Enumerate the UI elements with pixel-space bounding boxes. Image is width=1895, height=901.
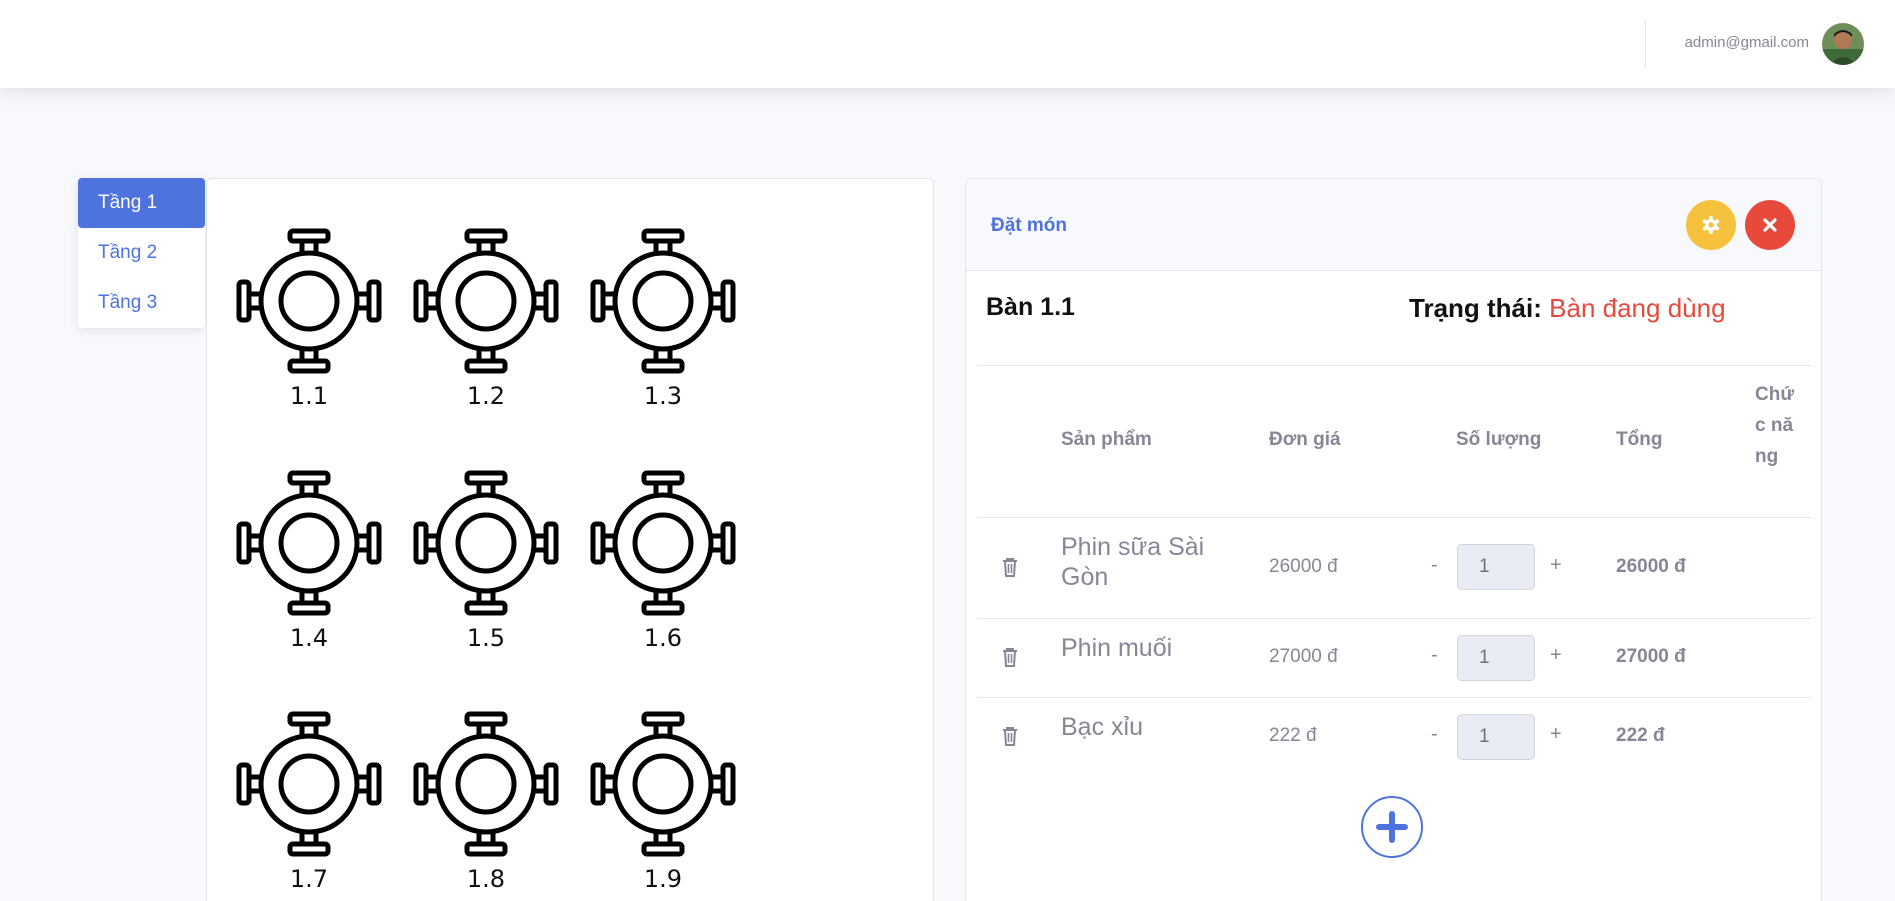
table-item[interactable]: 1.7 (234, 709, 384, 901)
add-item-button[interactable] (1361, 796, 1423, 858)
increase-button[interactable]: + (1550, 723, 1562, 746)
selected-table-name: Bàn 1.1 (986, 293, 1075, 321)
trash-icon[interactable] (1000, 725, 1020, 747)
table-item[interactable]: 1.2 (411, 226, 561, 436)
row-total: 27000 đ (1616, 646, 1686, 667)
table-number: 1.7 (289, 865, 329, 893)
row-total: 26000 đ (1616, 556, 1686, 577)
table-number: 1.4 (289, 624, 329, 652)
floor-tabs: Tầng 1 Tầng 2 Tầng 3 (78, 178, 205, 328)
product-name: Bạc xỉu (1061, 713, 1143, 741)
decrease-button[interactable]: - (1431, 644, 1438, 667)
table-number: 1.6 (643, 624, 683, 652)
table-number: 1.9 (643, 865, 683, 893)
quantity-input[interactable] (1457, 714, 1535, 760)
trash-icon[interactable] (1000, 646, 1020, 668)
table-number: 1.3 (643, 382, 683, 410)
table-item[interactable]: 1.4 (234, 468, 384, 678)
user-email[interactable]: admin@gmail.com (1685, 34, 1809, 51)
table-item[interactable]: 1.3 (588, 226, 738, 436)
divider (977, 697, 1811, 698)
close-icon (1763, 218, 1777, 232)
header-function: Chức năng (1755, 384, 1795, 467)
settings-button[interactable] (1686, 200, 1736, 250)
order-card: Đặt món Bàn 1.1 Trạng thái: Bàn đang dùn… (965, 178, 1822, 901)
plus-icon (1376, 811, 1408, 843)
order-title: Đặt món (991, 215, 1067, 236)
row-total: 222 đ (1616, 725, 1665, 746)
product-price: 26000 đ (1269, 556, 1338, 577)
table-item[interactable]: 1.1 (234, 226, 384, 436)
round-table-icon (236, 228, 382, 374)
floor-tab-2[interactable]: Tầng 2 (78, 228, 205, 278)
round-table-icon (590, 470, 736, 616)
decrease-button[interactable]: - (1431, 723, 1438, 746)
divider (977, 517, 1811, 518)
round-table-icon (236, 470, 382, 616)
avatar[interactable] (1822, 23, 1864, 65)
table-number: 1.1 (289, 382, 329, 410)
header-price: Đơn giá (1269, 429, 1341, 450)
table-number: 1.2 (466, 382, 506, 410)
round-table-icon (236, 711, 382, 857)
round-table-icon (413, 470, 559, 616)
quantity-input[interactable] (1457, 544, 1535, 590)
floor-tab-1[interactable]: Tầng 1 (78, 178, 205, 228)
round-table-icon (413, 711, 559, 857)
close-button[interactable] (1745, 200, 1795, 250)
divider (977, 365, 1811, 366)
tables-panel: 1.1 1.2 1.3 1.4 1.5 1.6 1.7 1.8 1.9 (206, 178, 934, 901)
product-price: 27000 đ (1269, 646, 1338, 667)
topbar-divider (1645, 20, 1646, 68)
quantity-input[interactable] (1457, 635, 1535, 681)
table-item[interactable]: 1.5 (411, 468, 561, 678)
header-total: Tổng (1616, 429, 1663, 450)
round-table-icon (590, 711, 736, 857)
table-number: 1.8 (466, 865, 506, 893)
header-product: Sản phẩm (1061, 429, 1152, 450)
increase-button[interactable]: + (1550, 644, 1562, 667)
product-price: 222 đ (1269, 725, 1317, 746)
header-quantity: Số lượng (1456, 429, 1542, 450)
product-name: Phin sữa Sài Gòn (1061, 533, 1205, 591)
order-header: Đặt món (966, 179, 1821, 271)
topbar: admin@gmail.com (0, 0, 1895, 88)
product-name: Phin muối (1061, 634, 1173, 662)
round-table-icon (590, 228, 736, 374)
trash-icon[interactable] (1000, 556, 1020, 578)
status-value: Bàn đang dùng (1549, 293, 1726, 323)
table-item[interactable]: 1.6 (588, 468, 738, 678)
table-status: Trạng thái: Bàn đang dùng (1409, 293, 1726, 324)
table-number: 1.5 (466, 624, 506, 652)
table-item[interactable]: 1.8 (411, 709, 561, 901)
increase-button[interactable]: + (1550, 554, 1562, 577)
floor-tab-3[interactable]: Tầng 3 (78, 278, 205, 328)
round-table-icon (413, 228, 559, 374)
status-label: Trạng thái: (1409, 293, 1542, 323)
gear-icon (1702, 216, 1720, 234)
table-item[interactable]: 1.9 (588, 709, 738, 901)
decrease-button[interactable]: - (1431, 554, 1438, 577)
divider (977, 618, 1811, 619)
